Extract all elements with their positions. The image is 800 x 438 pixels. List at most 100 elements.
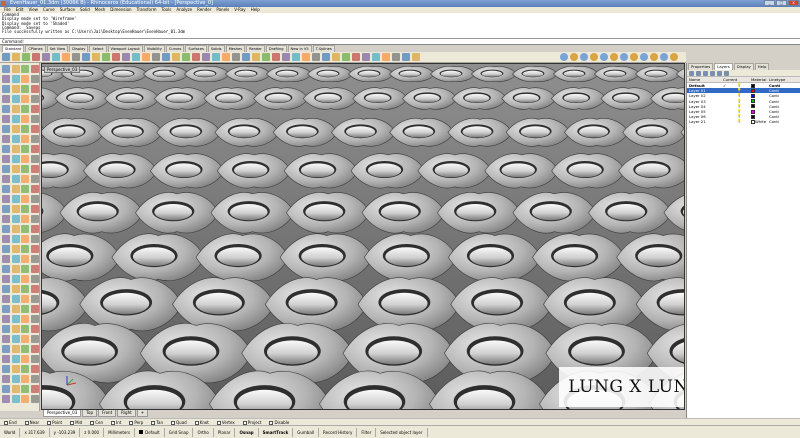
left-tool-icon[interactable]	[11, 275, 20, 283]
osnap-checkbox[interactable]	[111, 420, 116, 425]
left-tool-icon[interactable]	[2, 95, 10, 103]
osnap-checkbox[interactable]	[151, 420, 156, 425]
toolbar-tab-t-splines[interactable]: T-Splines	[312, 45, 335, 52]
left-tool-icon[interactable]	[11, 395, 20, 403]
left-tool-icon[interactable]	[2, 205, 10, 213]
toolbar-tool-icon[interactable]	[112, 53, 120, 61]
left-tool-icon[interactable]	[11, 115, 20, 123]
display-mode-icon[interactable]	[640, 53, 648, 61]
toolbar-tool-icon[interactable]	[362, 53, 370, 61]
left-tool-icon[interactable]	[11, 165, 20, 173]
toolbar-tab-drafting[interactable]: Drafting	[265, 45, 287, 52]
left-tool-icon[interactable]	[2, 105, 10, 113]
left-tool-icon[interactable]	[11, 295, 20, 303]
left-tool-icon[interactable]	[30, 395, 39, 403]
toolbar-tool-icon[interactable]	[42, 53, 50, 61]
left-tool-icon[interactable]	[2, 175, 10, 183]
osnap-checkbox[interactable]	[24, 420, 29, 425]
left-tool-icon[interactable]	[21, 145, 29, 153]
new-layer-icon[interactable]	[689, 71, 694, 76]
left-tool-icon[interactable]	[30, 85, 39, 93]
move-down-icon[interactable]	[717, 71, 722, 76]
toolbar-tool-icon[interactable]	[62, 53, 70, 61]
toolbar-tool-icon[interactable]	[352, 53, 360, 61]
left-tool-icon[interactable]	[11, 355, 20, 363]
display-mode-icon[interactable]	[670, 53, 678, 61]
left-tool-icon[interactable]	[30, 195, 39, 203]
viewport-tab-top[interactable]: Top	[82, 410, 98, 417]
toolbar-tab-display[interactable]: Display	[69, 45, 89, 52]
left-tool-icon[interactable]	[11, 225, 20, 233]
left-tool-icon[interactable]	[21, 115, 29, 123]
left-tool-icon[interactable]	[11, 75, 20, 83]
left-tool-icon[interactable]	[21, 265, 29, 273]
left-tool-icon[interactable]	[30, 265, 39, 273]
left-tool-icon[interactable]	[2, 375, 10, 383]
left-tool-icon[interactable]	[21, 155, 29, 163]
layer-column-header[interactable]: Material	[751, 77, 769, 82]
left-tool-icon[interactable]	[30, 165, 39, 173]
toolbar-tab-standard[interactable]: Standard	[2, 45, 25, 52]
left-tool-icon[interactable]	[30, 145, 39, 153]
toolbar-tool-icon[interactable]	[22, 53, 30, 61]
osnap-checkbox[interactable]	[269, 420, 274, 425]
left-tool-icon[interactable]	[2, 265, 10, 273]
toolbar-tab-viewport-layout[interactable]: Viewport Layout	[107, 45, 143, 52]
toolbar-tool-icon[interactable]	[212, 53, 220, 61]
left-tool-icon[interactable]	[2, 65, 10, 73]
left-tool-icon[interactable]	[21, 235, 29, 243]
toolbar-tool-icon[interactable]	[252, 53, 260, 61]
osnap-checkbox[interactable]	[90, 420, 95, 425]
layer-color-swatch[interactable]	[751, 104, 755, 109]
toolbar-tool-icon[interactable]	[172, 53, 180, 61]
panel-tab-display[interactable]: Display	[733, 63, 754, 70]
left-tool-icon[interactable]	[11, 155, 20, 163]
left-tool-icon[interactable]	[2, 305, 10, 313]
toolbar-tab-meshes[interactable]: Meshes	[225, 45, 246, 52]
left-tool-icon[interactable]	[2, 155, 10, 163]
left-tool-icon[interactable]	[2, 235, 10, 243]
toolbar-tool-icon[interactable]	[122, 53, 130, 61]
left-tool-icon[interactable]	[2, 85, 10, 93]
left-tool-icon[interactable]	[11, 145, 20, 153]
perspective-viewport[interactable]: Perspective_03 LUNG X LUNG DESIGN	[41, 63, 685, 410]
left-tool-icon[interactable]	[30, 105, 39, 113]
left-tool-icon[interactable]	[2, 335, 10, 343]
layer-material[interactable]: White	[751, 119, 769, 124]
osnap-checkbox[interactable]	[129, 420, 134, 425]
left-tool-icon[interactable]	[30, 215, 39, 223]
left-tool-icon[interactable]	[21, 355, 29, 363]
left-tool-icon[interactable]	[2, 195, 10, 203]
toolbar-tool-icon[interactable]	[242, 53, 250, 61]
left-tool-icon[interactable]	[11, 245, 20, 253]
left-tool-icon[interactable]	[2, 295, 10, 303]
left-tool-icon[interactable]	[30, 115, 39, 123]
left-tool-icon[interactable]	[11, 235, 20, 243]
left-tool-icon[interactable]	[2, 145, 10, 153]
filter-icon[interactable]	[724, 71, 729, 76]
osnap-checkbox[interactable]	[47, 420, 52, 425]
left-tool-icon[interactable]	[11, 205, 20, 213]
left-tool-icon[interactable]	[2, 225, 10, 233]
toolbar-tool-icon[interactable]	[32, 53, 40, 61]
left-tool-icon[interactable]	[11, 135, 20, 143]
left-tool-icon[interactable]	[21, 315, 29, 323]
new-sublayer-icon[interactable]	[696, 71, 701, 76]
toolbar-tool-icon[interactable]	[322, 53, 330, 61]
left-tool-icon[interactable]	[21, 325, 29, 333]
toolbar-tool-icon[interactable]	[302, 53, 310, 61]
left-tool-icon[interactable]	[21, 305, 29, 313]
viewport-tab-perspective-03[interactable]: Perspective_03	[43, 410, 82, 417]
left-tool-icon[interactable]	[30, 95, 39, 103]
osnap-checkbox[interactable]	[194, 420, 199, 425]
maximize-button[interactable]: □	[776, 0, 787, 6]
left-tool-icon[interactable]	[21, 365, 29, 373]
left-tool-icon[interactable]	[21, 245, 29, 253]
toolbar-tool-icon[interactable]	[282, 53, 290, 61]
toolbar-tool-icon[interactable]	[402, 53, 410, 61]
toolbar-tab-solids[interactable]: Solids	[207, 45, 225, 52]
left-tool-icon[interactable]	[11, 105, 20, 113]
status-toggle-record-history[interactable]: Record History	[319, 427, 358, 437]
toolbar-tool-icon[interactable]	[312, 53, 320, 61]
left-tool-icon[interactable]	[11, 185, 20, 193]
